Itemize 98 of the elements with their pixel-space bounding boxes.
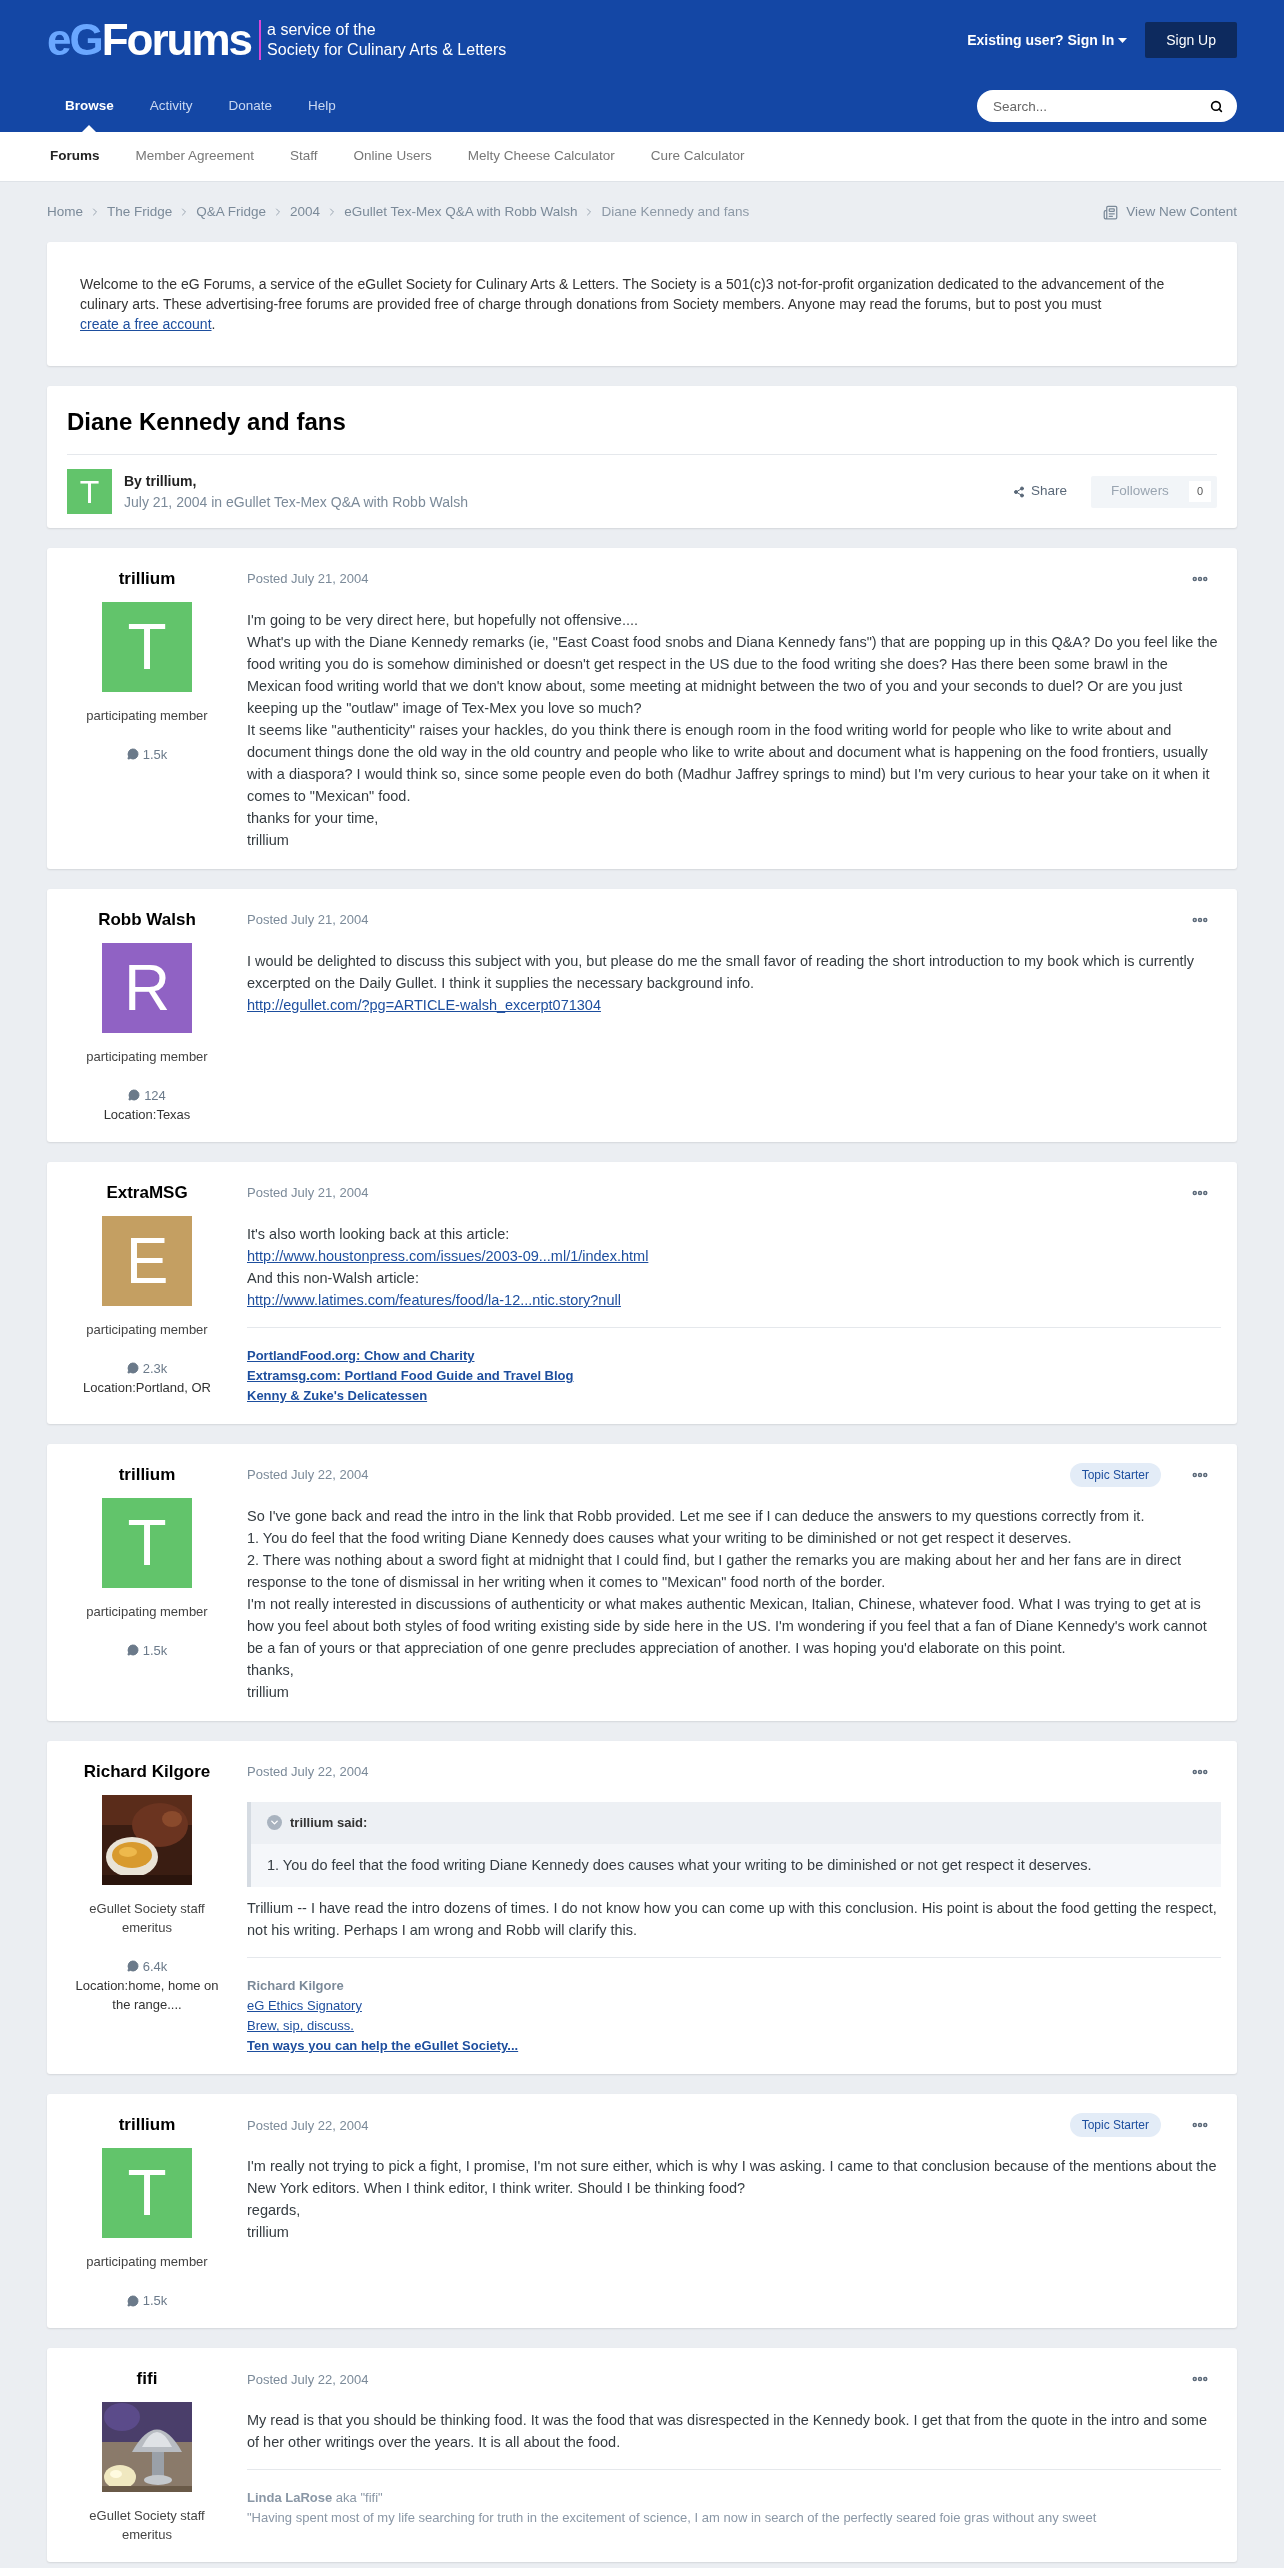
author-name[interactable]: trillium	[118, 2112, 176, 2138]
post-text: I'm really not trying to pick a fight, I promise, I'm not sure either, which is why I was asking. I came to that conclusion because of the mentions about the New York editors. When I think editor, I think writer. Should I be thinking food?	[247, 2157, 1218, 2199]
post-text: It seems like "authenticity" raises your hackles, do you think there is enough room in the food writing world for people who like to write about and document things done the old way in the old country and people who like to write about and document what is happening on the food frontiers, usually with a diaspora? I would think so, since some people even do both (Madhur Jaffrey springs to mind) but I'm very curious to hear your take on it when it comes to "Mexican" food.	[247, 721, 1211, 806]
nav-tab[interactable]: Donate	[210, 80, 291, 132]
member-location: Location:home, home on the range....	[74, 1977, 220, 2014]
signature-quote: "Having spent most of my life searching for truth in the excitement of science, I am now in search of the perfectly seared foie gras without any sweet	[247, 2509, 1098, 2528]
member-role: participating member	[86, 1602, 208, 1621]
caret-icon	[1118, 37, 1128, 43]
nav-tab[interactable]: Activity	[131, 80, 211, 132]
post-count: 1.5k	[142, 745, 168, 764]
post-text: trillium	[247, 1683, 290, 1702]
post-text: regards,	[247, 2201, 302, 2221]
post-count: 2.3k	[142, 1359, 168, 1378]
post-text: So I've gone back and read the intro in the link that Robb provided. Let me see if I can deduce the answers to my questions correctly from it.	[247, 1507, 1146, 1526]
post-date: Posted July 21, 2004	[247, 570, 369, 589]
nav-tab[interactable]: Help	[290, 80, 354, 132]
subnav-link[interactable]: Staff	[272, 146, 336, 167]
breadcrumb-current: Diane Kennedy and fans	[601, 202, 750, 221]
member-role: eGullet Society staff emeritus	[88, 1899, 206, 1937]
subnav-link[interactable]: Melty Cheese Calculator	[449, 146, 633, 167]
author-name[interactable]: trillium	[118, 1462, 176, 1488]
sign-up-button[interactable]: Sign Up	[1145, 22, 1237, 58]
post-date: Posted July 21, 2004	[247, 911, 369, 930]
member-role: participating member	[86, 1320, 208, 1339]
create-account-link[interactable]: create a free account	[80, 316, 212, 332]
member-role: participating member	[86, 1047, 208, 1066]
post-date: Posted July 22, 2004	[247, 2116, 369, 2135]
comment-icon	[126, 748, 139, 761]
author-name[interactable]: fifi	[136, 2366, 158, 2392]
post-date: Posted July 22, 2004	[247, 2370, 369, 2389]
subnav-link[interactable]: Forums	[32, 146, 118, 167]
comment-icon	[126, 1362, 139, 1375]
comment-icon	[126, 2294, 139, 2307]
member-role: eGullet Society staff emeritus	[88, 2506, 206, 2544]
post-text: thanks for your time,	[247, 809, 380, 828]
signature-link[interactable]: PortlandFood.org: Chow and Charity	[247, 1348, 475, 1363]
post-text: thanks,	[247, 1661, 295, 1680]
site-logo[interactable]: eGForums a service of the Society for Culinary Arts & Letters	[47, 18, 507, 62]
author-name[interactable]: ExtraMSG	[106, 1180, 188, 1206]
author-name[interactable]: Richard Kilgore	[83, 1759, 211, 1785]
member-role: participating member	[86, 2252, 208, 2271]
author-name[interactable]: trillium	[118, 566, 176, 592]
post-text: trillium	[247, 831, 290, 850]
post-text: 1. You do feel that the food writing Diane Kennedy does causes what your writing to be diminished or not get respect it deserves.	[247, 1529, 1073, 1548]
signature-link[interactable]: Kenny & Zuke's Delicatessen	[247, 1388, 428, 1403]
post-count: 1.5k	[142, 1641, 168, 1660]
topic-author[interactable]: By trillium,	[124, 470, 468, 492]
share-icon	[1013, 485, 1026, 498]
member-location: Location:Texas	[103, 1106, 191, 1124]
signature-name: Richard Kilgore	[247, 1977, 345, 1996]
post-count: 124	[144, 1086, 166, 1105]
post-count: 6.4k	[142, 1957, 168, 1976]
signature-link[interactable]: Ten ways you can help the eGullet Society...	[247, 2038, 519, 2054]
member-location: Location:Portland, OR	[83, 1379, 211, 1397]
author-name[interactable]: Robb Walsh	[98, 907, 196, 933]
subnav-link[interactable]: Online Users	[335, 146, 450, 167]
post-count: 1.5k	[142, 2291, 168, 2310]
post-text: 2. There was nothing about a sword fight at midnight that I could find, but I gather the remarks you are making about her and her fans are in direct response to the tone of dismissal in her writing when it comes to "Mexican" food north of the border.	[247, 1551, 1182, 1592]
quote-text: 1. You do feel that the food writing Diane Kennedy does causes what your writing to be diminished or not get respect it deserves.	[266, 1855, 1093, 1875]
post-date: Posted July 22, 2004	[247, 1763, 369, 1782]
topic-meta: July 21, 2004 in eGullet Tex-Mex Q&A with Robb Walsh	[124, 492, 468, 512]
post-text: Trillium -- I have read the intro dozens of times. I do not know how you can come up with this conclusion. His point is about the food getting the respect, not his writing. Perhaps I am wrong and Robb will clarify this.	[247, 1899, 1218, 1941]
comment-icon	[126, 1960, 139, 1973]
post-text: What's up with the Diane Kennedy remarks (ie, "East Coast food snobs and Diana Kennedy fans") that are popping up in this Q&A? Do you feel like the food writing you do is somehow diminished or doesn't get respect in the US due to the food writing she does? Has there been some brawl in the Mexican food writing world that we don't know about, some meeting at midnight between the two of you and your seconds to duel? Or are you just keeping up the "outlaw" image of Tex-Mex you love so much?	[247, 633, 1219, 718]
post-date: Posted July 22, 2004	[247, 1466, 369, 1485]
member-role: participating member	[86, 706, 208, 725]
post-text: I'm not really interested in discussions of authenticity or what makes authentic Mexican, Italian, Chinese, whatever food. What I was trying to get at is how you feel about both styles of food writing existing side by side here in the US. I'm wondering if you feel that a fan of Diane Kennedy's work cannot be a fan of yours or that appreciation of one genre precludes appreciation of another. I was hoping you'd elaborate on this point.	[247, 1595, 1208, 1658]
search-field[interactable]: Search...	[977, 90, 1237, 122]
newspaper-icon	[1103, 204, 1119, 220]
search-icon[interactable]	[1210, 100, 1223, 113]
comment-icon	[128, 1089, 141, 1102]
post-link[interactable]: http://egullet.com/?pg=ARTICLE-walsh_excerpt071304	[247, 997, 601, 1013]
topic-starter-badge: Topic Starter	[1069, 2113, 1161, 2138]
post-text: trillium	[247, 2223, 290, 2243]
post-link[interactable]: http://www.houstonpress.com/issues/2003-09...ml/1/index.html	[247, 1248, 649, 1264]
topic-title: Diane Kennedy and fans	[67, 404, 1217, 455]
signature-link[interactable]: Extramsg.com: Portland Food Guide and Travel Blog	[247, 1368, 574, 1383]
followers-button[interactable]: Followers 0	[1091, 475, 1217, 508]
post-text: I would be delighted to discuss this subject with you, but please do me the small favor of reading the short introduction to my book which is currently excerpted on the Daily Gullet. I think it supplies the necessary background info.	[247, 952, 1196, 993]
comment-icon	[126, 1644, 139, 1657]
post-link[interactable]: http://www.latimes.com/features/food/la-12...ntic.story?null	[247, 1292, 621, 1308]
signature-name: Linda LaRose aka "fifi"	[247, 2489, 384, 2508]
welcome-text: Welcome to the eG Forums, a service of the eGullet Society for Culinary Arts & Letters. The Society is a 501(c)3 not-for-profit organization dedicated to the advancement of the culinary arts. These advertising-free forums are provided free of charge through donations from Society members. Anyone may read the forums, but to post you must create a free account.	[80, 275, 1166, 334]
sign-in-link[interactable]: Existing user? Sign In	[967, 29, 1128, 51]
post-text: It's also worth looking back at this article:	[247, 1225, 511, 1244]
followers-count: 0	[1188, 481, 1211, 502]
post-date: Posted July 21, 2004	[247, 1184, 369, 1203]
post-text: And this non-Walsh article:	[247, 1269, 420, 1288]
topic-starter-badge: Topic Starter	[1069, 1463, 1161, 1487]
post-text: I'm going to be very direct here, but hopefully not offensive....	[247, 611, 639, 630]
signature-link[interactable]: eG Ethics Signatory	[247, 1998, 362, 2014]
share-link[interactable]: Share	[1013, 481, 1068, 502]
post-text: My read is that you should be thinking food. It was the food that was disrespected in the Kennedy book. I get that from the quote in the intro and some of her other writings over the years. It is all about the food.	[247, 2411, 1208, 2453]
subnav-link[interactable]: Member Agreement	[117, 146, 273, 167]
subnav-link[interactable]: Cure Calculator	[632, 146, 763, 167]
quote-author: trillium said:	[290, 1814, 368, 1832]
signature-link[interactable]: Brew, sip, discuss.	[247, 2018, 354, 2034]
avatar[interactable]: R	[102, 942, 192, 1033]
